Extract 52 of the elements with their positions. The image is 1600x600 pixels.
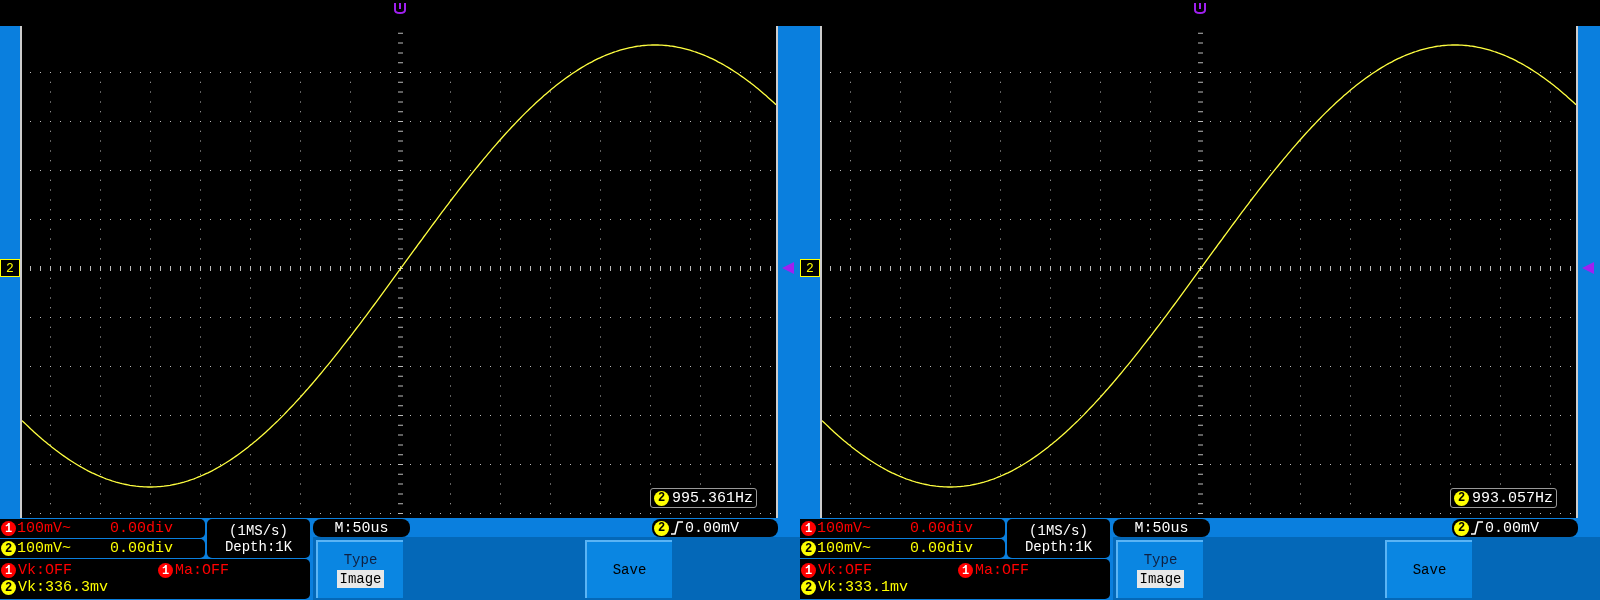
rising-edge-icon <box>671 521 683 535</box>
sample-rate: (1MS/s) <box>229 523 288 538</box>
type-menu-button[interactable]: Type Image <box>1116 540 1203 598</box>
measurement-value: Vk:OFF <box>818 563 872 578</box>
save-button[interactable]: Save <box>585 540 672 598</box>
type-value: Image <box>337 569 384 588</box>
channel-marker: 2 <box>0 259 20 277</box>
trigger-level-icon <box>1582 262 1594 274</box>
measurement-value: Vk:336.3mv <box>18 580 108 595</box>
channel-scale: 100mV~ <box>817 541 872 556</box>
trigger-level-icon <box>782 262 794 274</box>
channel-badge: 2 <box>1 541 16 556</box>
channel-badge: 1 <box>801 563 816 578</box>
measurement-value: Ma:OFF <box>175 563 229 578</box>
save-button[interactable]: Save <box>1385 540 1472 598</box>
channel-badge: 2 <box>1454 520 1469 536</box>
channel-badge: 1 <box>1 521 16 536</box>
rising-edge-icon <box>1471 521 1483 535</box>
measurement-value: Vk:333.1mv <box>818 580 908 595</box>
channel-badge: 1 <box>1 563 16 578</box>
channel-marker: 2 <box>800 259 820 277</box>
measurement-value: Vk:OFF <box>18 563 72 578</box>
memory-depth: Depth:1K <box>224 539 293 554</box>
timebase-readout: M:50us <box>1113 519 1210 537</box>
timebase-readout: M:50us <box>313 519 410 537</box>
memory-depth: Depth:1K <box>1024 539 1093 554</box>
channel-badge: 1 <box>801 521 816 536</box>
channel-badge: 1 <box>158 563 173 578</box>
trigger-position-icon <box>1193 2 1207 14</box>
channel-badge: 1 <box>958 563 973 578</box>
channel-offset: 0.00div <box>110 521 173 536</box>
channel-offset: 0.00div <box>910 521 973 536</box>
trigger-position-icon <box>393 2 407 14</box>
measurement-value: Ma:OFF <box>975 563 1029 578</box>
channel-badge: 2 <box>801 580 816 595</box>
frequency-value: 995.361Hz <box>672 490 753 506</box>
frequency-value: 993.057Hz <box>1472 490 1553 506</box>
trigger-level: 0.00mV <box>1485 520 1539 536</box>
channel-badge: 2 <box>654 520 669 536</box>
trigger-level: 0.00mV <box>685 520 739 536</box>
channel-badge: 2 <box>1 580 16 595</box>
sample-rate: (1MS/s) <box>1029 523 1088 538</box>
type-menu-button[interactable]: Type Image <box>316 540 403 598</box>
channel-badge: 2 <box>654 490 669 506</box>
channel-scale: 100mV~ <box>817 521 872 536</box>
channel-scale: 100mV~ <box>17 521 72 536</box>
channel-offset: 0.00div <box>910 541 973 556</box>
channel-badge: 2 <box>1454 490 1469 506</box>
channel-scale: 100mV~ <box>17 541 72 556</box>
type-value: Image <box>1137 569 1184 588</box>
channel-badge: 2 <box>801 541 816 556</box>
channel-offset: 0.00div <box>110 541 173 556</box>
